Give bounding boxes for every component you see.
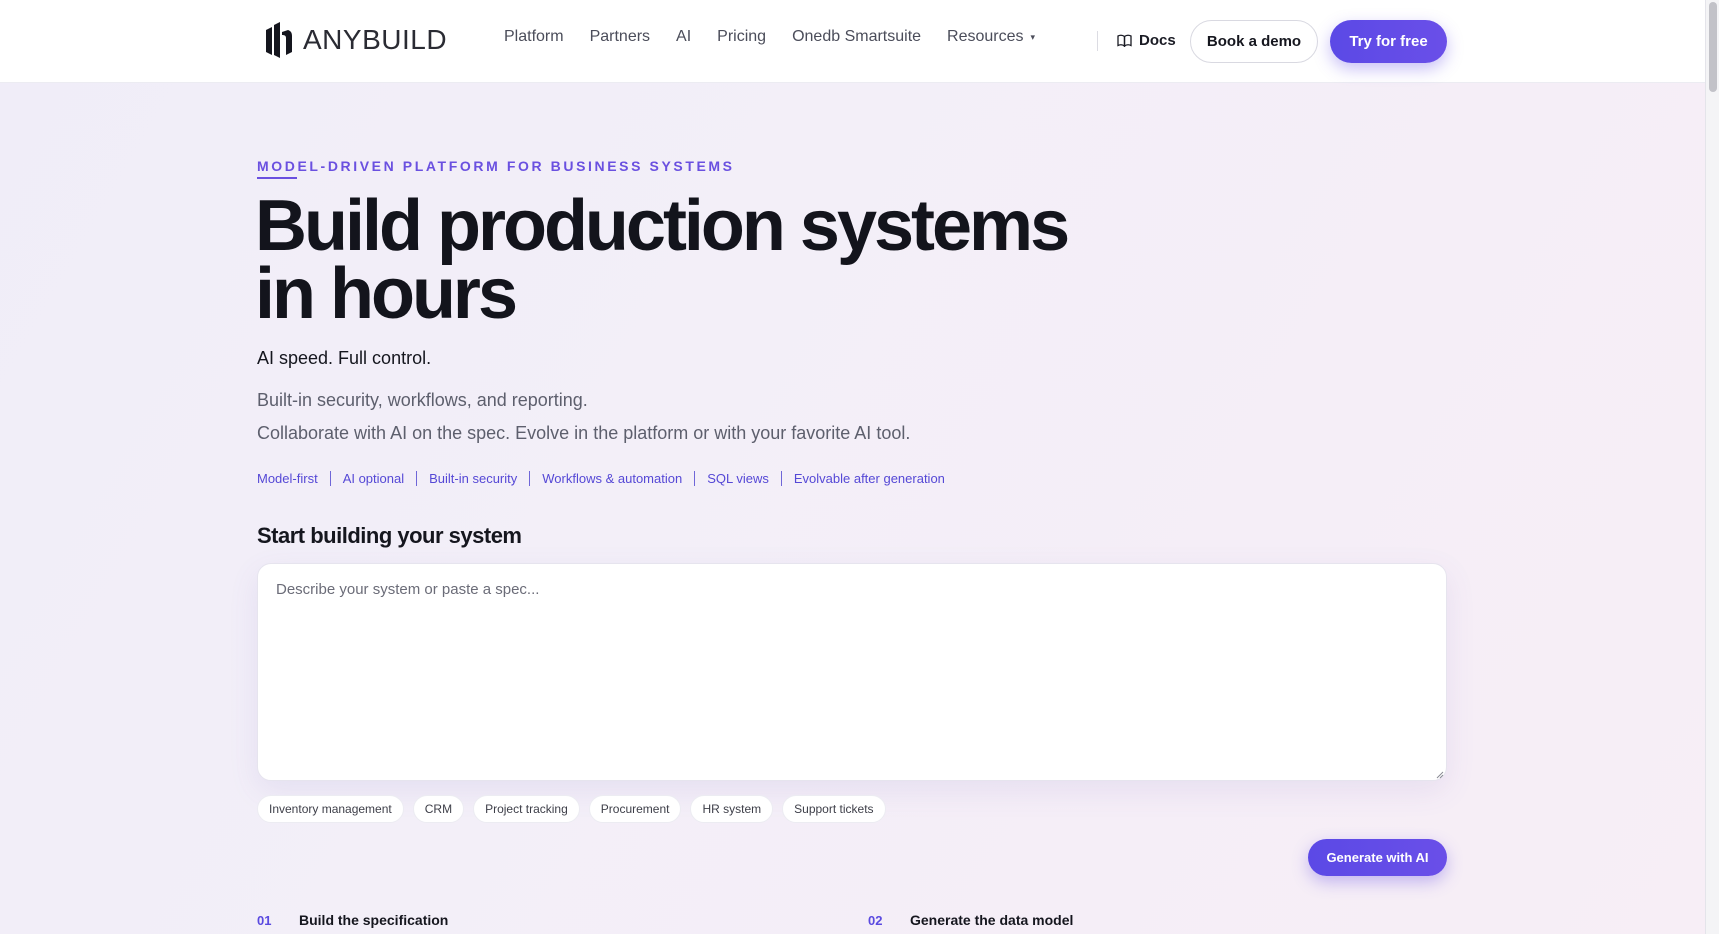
scrollbar-thumb[interactable] <box>1709 2 1717 92</box>
system-description-input[interactable] <box>257 563 1447 781</box>
nav-link-pricing[interactable]: Pricing <box>717 28 766 46</box>
logo-text: ANYBUILD <box>303 24 448 55</box>
feature-separator <box>780 471 782 486</box>
feature-evolvable: Evolvable after generation <box>793 471 945 486</box>
docs-link[interactable]: Docs <box>1117 32 1176 49</box>
anybuild-logo-icon <box>266 22 292 58</box>
step-title: Generate the data model <box>910 912 1074 928</box>
nav-link-partners[interactable]: Partners <box>590 28 650 46</box>
step-item: 01 Build the specification <box>257 912 448 928</box>
chevron-down-icon: ▾ <box>1030 32 1036 42</box>
feature-separator <box>529 471 531 486</box>
nav-link-onedb-smartsuite[interactable]: Onedb Smartsuite <box>792 28 921 46</box>
nav-links: Platform Partners AI Pricing Onedb Smart… <box>504 28 1035 46</box>
nav-divider <box>1097 31 1098 51</box>
example-chips: Inventory management CRM Project trackin… <box>257 795 895 823</box>
hero-tagline: AI speed. Full control. <box>257 348 432 368</box>
chip-hr-system[interactable]: HR system <box>690 795 774 823</box>
hero-description-2: Collaborate with AI on the spec. Evolve … <box>257 423 911 443</box>
feature-workflows-automation: Workflows & automation <box>542 471 683 486</box>
hero-description-1: Built-in security, workflows, and report… <box>257 390 588 410</box>
feature-separator <box>416 471 418 486</box>
logo[interactable]: ANYBUILD <box>264 22 447 58</box>
chip-procurement[interactable]: Procurement <box>588 795 682 823</box>
feature-sql-views: SQL views <box>707 471 769 486</box>
generate-with-ai-button[interactable]: Generate with AI <box>1308 839 1447 876</box>
docs-label: Docs <box>1139 32 1176 49</box>
page-scrollbar[interactable] <box>1705 0 1719 934</box>
chip-support-tickets[interactable]: Support tickets <box>782 795 886 823</box>
top-nav: ANYBUILD Platform Partners AI Pricing On… <box>0 0 1705 83</box>
eyebrow-underline <box>257 177 297 179</box>
chip-project-tracking[interactable]: Project tracking <box>473 795 580 823</box>
step-number: 02 <box>868 913 883 928</box>
feature-built-in-security: Built-in security <box>429 471 518 486</box>
feature-model-first: Model-first <box>257 471 318 486</box>
step-item: 02 Generate the data model <box>868 912 1073 928</box>
hero-headline: Build production systems in hours <box>255 190 1155 330</box>
book-icon <box>1117 34 1132 47</box>
feature-separator <box>329 471 331 486</box>
hero-headline-line2: in hours <box>255 254 518 334</box>
nav-link-resources[interactable]: Resources ▾ <box>947 28 1035 46</box>
nav-link-platform[interactable]: Platform <box>504 28 564 46</box>
feature-list: Model-first AI optional Built-in securit… <box>257 471 945 486</box>
feature-ai-optional: AI optional <box>342 471 405 486</box>
try-for-free-button[interactable]: Try for free <box>1330 20 1447 63</box>
builder-title: Start building your system <box>257 523 522 548</box>
feature-separator <box>694 471 696 486</box>
step-title: Build the specification <box>299 912 449 928</box>
hero-eyebrow: MODEL-DRIVEN PLATFORM FOR BUSINESS SYSTE… <box>257 158 735 174</box>
book-demo-button[interactable]: Book a demo <box>1190 20 1318 63</box>
step-number: 01 <box>257 913 272 928</box>
resize-handle-icon[interactable] <box>1436 771 1444 779</box>
chip-crm[interactable]: CRM <box>412 795 465 823</box>
chip-inventory-management[interactable]: Inventory management <box>257 795 404 823</box>
nav-link-resources-label: Resources <box>947 28 1024 45</box>
nav-link-ai[interactable]: AI <box>676 28 691 46</box>
